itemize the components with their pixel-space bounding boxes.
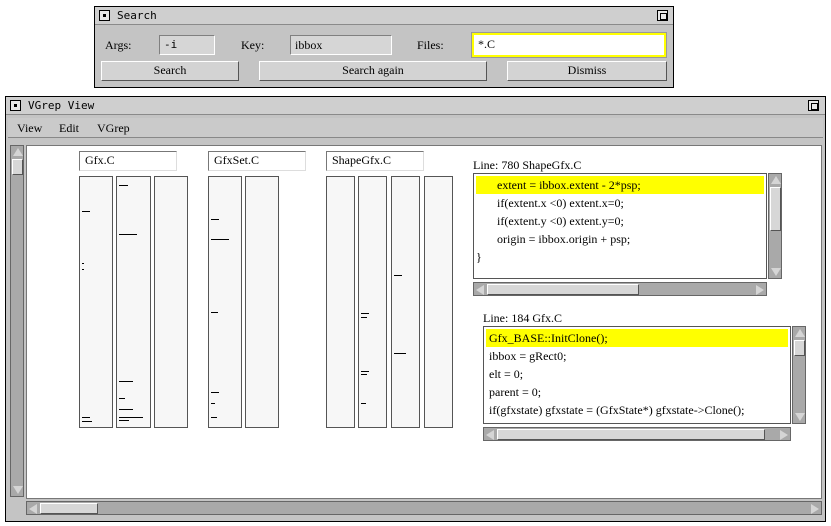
file-bar[interactable] — [326, 176, 355, 428]
vgrep-window: VGrep View View Edit VGrep Gfx.C GfxSet.… — [5, 96, 826, 522]
files-label: Files: — [417, 38, 444, 52]
file-bar[interactable] — [391, 176, 420, 428]
scroll-left-icon[interactable] — [476, 285, 484, 295]
file-bar[interactable] — [154, 176, 188, 428]
code-line: origin = ibbox.origin + psp; — [476, 232, 631, 246]
dismiss-button[interactable]: Dismiss — [507, 61, 667, 81]
file-bar[interactable] — [358, 176, 387, 428]
code-line: if(extent.y <0) extent.y=0; — [476, 214, 624, 228]
scroll-thumb[interactable] — [12, 159, 23, 175]
scroll-thumb[interactable] — [794, 340, 805, 356]
window-menu-icon[interactable] — [99, 10, 110, 21]
search-button[interactable]: Search — [101, 61, 239, 81]
search-again-button[interactable]: Search again — [259, 61, 487, 81]
search-window: Search Args: -i Key: ibbox Files: *.C Se… — [94, 6, 674, 88]
scroll-right-icon[interactable] — [780, 430, 788, 440]
bottom-code-viewer[interactable]: Gfx_BASE::InitClone(); ibbox = gRect0; e… — [483, 326, 791, 424]
top-viewer-header: Line: 780 ShapeGfx.C — [473, 158, 582, 172]
code-line: ibbox = gRect0; — [489, 349, 567, 363]
bottom-viewer-horizontal-scrollbar[interactable] — [483, 427, 791, 441]
file-bar[interactable] — [116, 176, 151, 428]
file-bar[interactable] — [245, 176, 279, 428]
code-line-highlighted: extent = ibbox.extent - 2*psp; — [476, 176, 764, 194]
scroll-right-icon[interactable] — [811, 504, 819, 514]
scroll-thumb[interactable] — [497, 429, 765, 440]
scroll-down-icon[interactable] — [795, 413, 805, 421]
code-line-highlighted: Gfx_BASE::InitClone(); — [486, 329, 788, 347]
vgrep-canvas: Gfx.C GfxSet.C ShapeGfx.C Line: 780 Shap… — [26, 145, 822, 499]
code-line: } — [476, 250, 482, 264]
file-bar[interactable] — [208, 176, 242, 428]
bottom-horizontal-scrollbar[interactable] — [26, 501, 822, 515]
scroll-down-icon[interactable] — [13, 486, 23, 494]
key-label: Key: — [241, 38, 265, 52]
menu-edit[interactable]: Edit — [59, 119, 79, 137]
maximize-icon[interactable] — [657, 10, 668, 21]
key-field[interactable]: ibbox — [290, 35, 392, 55]
bottom-viewer-vertical-scrollbar[interactable] — [792, 326, 806, 424]
top-viewer-horizontal-scrollbar[interactable] — [473, 282, 767, 296]
menu-vgrep[interactable]: VGrep — [97, 119, 130, 137]
code-line: if(extent.x <0) extent.x=0; — [476, 196, 624, 210]
menu-bar: View Edit VGrep — [8, 118, 823, 138]
bottom-viewer-header: Line: 184 Gfx.C — [483, 311, 562, 325]
scroll-up-icon[interactable] — [771, 176, 781, 184]
scroll-left-icon[interactable] — [486, 430, 494, 440]
scroll-down-icon[interactable] — [771, 268, 781, 276]
code-line: elt = 0; — [489, 367, 524, 381]
file-name-shapegfx[interactable]: ShapeGfx.C — [326, 151, 424, 171]
vgrep-titlebar[interactable]: VGrep View — [6, 97, 825, 115]
maximize-icon[interactable] — [808, 100, 819, 111]
file-name-gfx[interactable]: Gfx.C — [79, 151, 177, 171]
code-line: if(gfxstate) gfxstate = (GfxState*) gfxs… — [489, 403, 745, 417]
code-line: parent = 0; — [489, 385, 542, 399]
search-window-title: Search — [117, 9, 157, 22]
menu-view[interactable]: View — [17, 119, 42, 137]
left-vertical-scrollbar[interactable] — [10, 145, 24, 497]
scroll-left-icon[interactable] — [29, 504, 37, 514]
file-bar[interactable] — [79, 176, 113, 428]
scroll-thumb[interactable] — [487, 284, 639, 295]
scroll-up-icon[interactable] — [795, 329, 805, 337]
top-code-viewer[interactable]: extent = ibbox.extent - 2*psp; if(extent… — [473, 173, 767, 279]
window-menu-icon[interactable] — [10, 100, 21, 111]
search-titlebar[interactable]: Search — [95, 7, 673, 25]
top-viewer-vertical-scrollbar[interactable] — [768, 173, 782, 279]
args-field[interactable]: -i — [159, 35, 215, 55]
file-bar[interactable] — [424, 176, 453, 428]
scroll-up-icon[interactable] — [13, 148, 23, 156]
scroll-right-icon[interactable] — [756, 285, 764, 295]
file-name-gfxset[interactable]: GfxSet.C — [208, 151, 306, 171]
scroll-thumb[interactable] — [40, 503, 98, 514]
args-label: Args: — [105, 38, 132, 52]
vgrep-window-title: VGrep View — [28, 99, 95, 112]
files-field[interactable]: *.C — [471, 32, 667, 58]
scroll-thumb[interactable] — [770, 187, 781, 231]
